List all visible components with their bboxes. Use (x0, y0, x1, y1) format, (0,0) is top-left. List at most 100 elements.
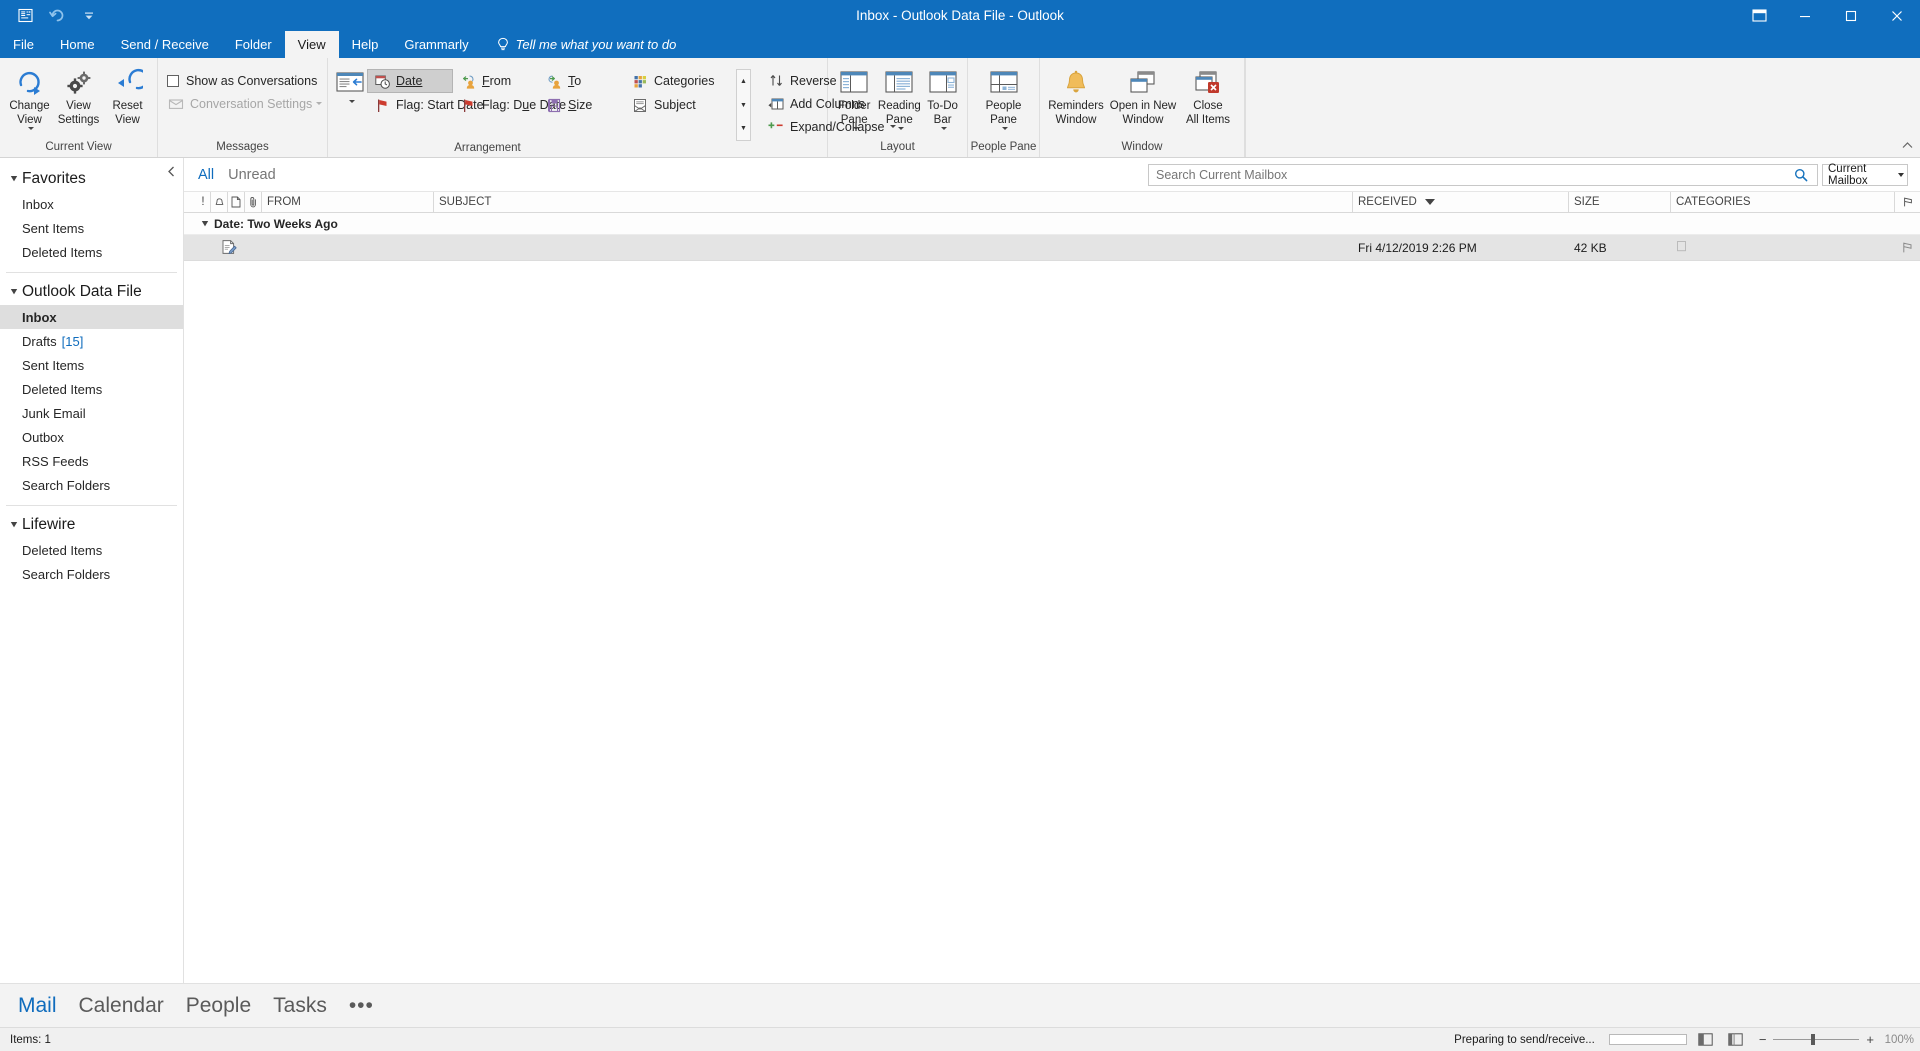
column-categories[interactable]: CATEGORIES (1670, 192, 1894, 212)
column-received-label: RECEIVED (1358, 196, 1417, 208)
tab-help[interactable]: Help (339, 31, 392, 58)
normal-view-icon[interactable] (1695, 1031, 1717, 1049)
column-from[interactable]: FROM (261, 192, 433, 212)
sidebar-item-favorites-inbox[interactable]: Inbox (0, 192, 183, 216)
zoom-level-label: 100% (1884, 1033, 1914, 1046)
change-view-button[interactable]: Change View (5, 63, 54, 130)
todo-bar-button[interactable]: To-Do Bar (923, 63, 962, 130)
cell-flag[interactable] (1894, 235, 1920, 260)
save-icon[interactable] (10, 3, 40, 29)
zoom-thumb[interactable] (1811, 1034, 1816, 1045)
ribbon-display-options-icon[interactable] (1736, 0, 1782, 31)
folder-pane: Favorites Inbox Sent Items Deleted Items… (0, 158, 184, 983)
collapse-ribbon-icon[interactable] (1900, 139, 1914, 153)
tab-send-receive[interactable]: Send / Receive (108, 31, 222, 58)
column-page[interactable] (227, 192, 244, 212)
message-list[interactable]: Date: Two Weeks Ago Fri 4/12/2019 2:26 P… (184, 213, 1920, 983)
tab-home[interactable]: Home (47, 31, 108, 58)
sidebar-item-label: Deleted Items (22, 542, 103, 558)
arrangement-item-to[interactable]: To (539, 69, 625, 93)
arrangement-item-categories[interactable]: Categories (625, 69, 735, 93)
tab-view[interactable]: View (284, 31, 339, 58)
gallery-scroll-down-icon[interactable]: ▼ (737, 94, 750, 117)
customize-quick-access-toolbar-icon[interactable] (74, 3, 104, 29)
arrangement-item-size-label: Size (568, 98, 593, 112)
sidebar-item-lifewire-search-folders[interactable]: Search Folders (0, 562, 183, 586)
sidebar-item-deleted-items[interactable]: Deleted Items (0, 377, 183, 401)
nav-calendar[interactable]: Calendar (79, 984, 164, 1028)
view-settings-button[interactable]: View Settings (54, 63, 103, 127)
sidebar-item-drafts[interactable]: Drafts [15] (0, 329, 183, 353)
ribbon-group-people-pane: People Pane People Pane (968, 58, 1040, 157)
reading-pane-button[interactable]: Reading Pane (875, 63, 923, 130)
reading-view-icon[interactable] (1725, 1031, 1747, 1049)
restore-icon[interactable] (1828, 0, 1874, 31)
sidebar-section-favorites[interactable]: Favorites (0, 166, 183, 192)
sidebar-item-favorites-sent-items[interactable]: Sent Items (0, 216, 183, 240)
sidebar-item-rss-feeds[interactable]: RSS Feeds (0, 449, 183, 473)
open-in-new-window-button[interactable]: Open in New Window (1107, 63, 1179, 127)
column-received[interactable]: RECEIVED (1352, 192, 1568, 212)
reset-view-button[interactable]: Reset View (103, 63, 152, 127)
tab-grammarly[interactable]: Grammarly (391, 31, 481, 58)
conversation-settings-button[interactable]: Conversation Settings (163, 92, 326, 115)
arrangement-item-from[interactable]: From (453, 69, 539, 93)
sidebar-item-sent-items[interactable]: Sent Items (0, 353, 183, 377)
sidebar-item-lifewire-deleted-items[interactable]: Deleted Items (0, 538, 183, 562)
arrangement-item-subject[interactable]: Subject (625, 93, 735, 117)
sidebar-item-junk-email[interactable]: Junk Email (0, 401, 183, 425)
close-icon[interactable] (1874, 0, 1920, 31)
column-reminder[interactable] (210, 192, 227, 212)
minimize-icon[interactable] (1782, 0, 1828, 31)
sidebar-item-label: Inbox (22, 309, 57, 325)
gallery-more-icon[interactable]: ▼ (737, 117, 750, 140)
zoom-in-icon[interactable]: + (1866, 1033, 1874, 1046)
show-as-conversations-checkbox[interactable]: Show as Conversations (163, 69, 321, 92)
filter-unread[interactable]: Unread (228, 167, 276, 183)
column-attachment[interactable] (244, 192, 261, 212)
zoom-out-icon[interactable]: − (1759, 1033, 1767, 1046)
arrangement-item-date[interactable]: Date (367, 69, 453, 93)
nav-more-icon[interactable]: ••• (349, 984, 374, 1028)
folder-pane-button[interactable]: Folder Pane (833, 63, 875, 130)
arrangement-gallery-scroll[interactable]: ▲ ▼ ▼ (736, 69, 751, 141)
search-scope-dropdown[interactable]: Current Mailbox (1822, 163, 1908, 187)
message-preview-button[interactable] (333, 63, 367, 103)
reminders-window-button[interactable]: Reminders Window (1045, 63, 1107, 127)
table-row[interactable]: Fri 4/12/2019 2:26 PM 42 KB (184, 235, 1920, 261)
arrangement-item-size[interactable]: Size (539, 93, 625, 117)
sidebar-section-lifewire[interactable]: Lifewire (0, 512, 183, 538)
sidebar-item-outbox[interactable]: Outbox (0, 425, 183, 449)
column-size[interactable]: SIZE (1568, 192, 1670, 212)
tab-folder[interactable]: Folder (222, 31, 285, 58)
people-pane-button[interactable]: People Pane (978, 63, 1030, 130)
zoom-track[interactable] (1773, 1034, 1860, 1045)
search-icon[interactable] (1790, 168, 1812, 182)
collapse-triangle-icon[interactable] (196, 220, 214, 228)
filter-all[interactable]: All (198, 167, 214, 183)
arrangement-item-flag-start-date[interactable]: Flag: Start Date (367, 93, 484, 117)
collapse-folder-pane-icon[interactable] (164, 162, 178, 180)
message-group-header[interactable]: Date: Two Weeks Ago (184, 213, 1920, 235)
nav-mail[interactable]: Mail (18, 984, 57, 1028)
tab-file[interactable]: File (0, 31, 47, 58)
sidebar-section-outlook-data-file[interactable]: Outlook Data File (0, 279, 183, 305)
nav-tasks[interactable]: Tasks (273, 984, 327, 1028)
search-box[interactable] (1148, 163, 1818, 186)
search-input[interactable] (1154, 165, 1790, 184)
gallery-scroll-up-icon[interactable]: ▲ (737, 70, 750, 93)
tell-me-box[interactable]: Tell me what you want to do (482, 31, 687, 58)
nav-people[interactable]: People (186, 984, 251, 1028)
close-all-items-button[interactable]: Close All Items (1179, 63, 1237, 127)
column-subject[interactable]: SUBJECT (433, 192, 1352, 212)
sidebar-item-favorites-deleted-items[interactable]: Deleted Items (0, 240, 183, 264)
column-importance[interactable]: ! (196, 192, 210, 212)
arrangement-item-flag-due-date[interactable]: Flag: Due Date (453, 93, 566, 117)
zoom-slider[interactable]: − + (1759, 1033, 1874, 1046)
sidebar-item-inbox[interactable]: Inbox (0, 305, 183, 329)
column-flag[interactable] (1894, 192, 1920, 212)
sidebar-item-search-folders[interactable]: Search Folders (0, 473, 183, 497)
undo-icon[interactable] (42, 3, 72, 29)
arrangement-item-categories-label: Categories (654, 74, 715, 88)
send-receive-progress-bar (1608, 1034, 1687, 1045)
